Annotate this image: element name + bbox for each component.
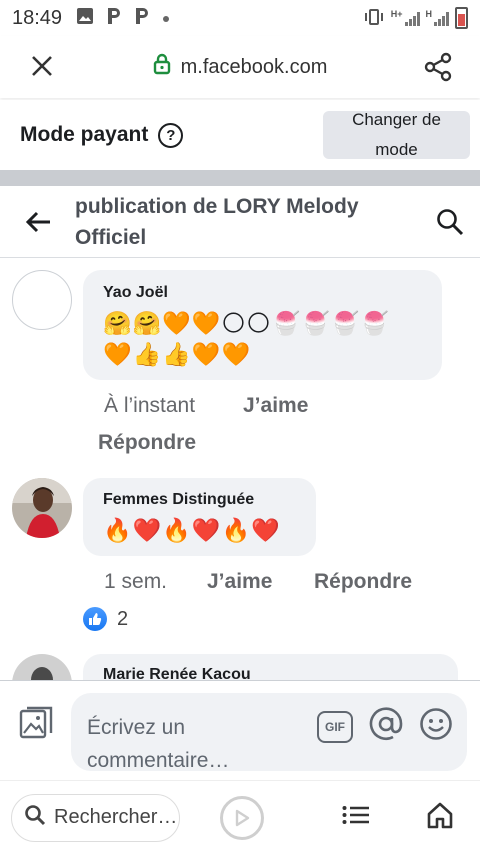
- p-app-icon: [134, 6, 150, 31]
- avatar[interactable]: [12, 270, 72, 330]
- comment-composer: Écrivez un commentaire… GIF: [0, 680, 480, 780]
- comment-author[interactable]: Femmes Distinguée: [103, 491, 296, 509]
- reaction-count: 2: [117, 607, 129, 630]
- p-app-icon: [106, 6, 122, 31]
- url-text: m.facebook.com: [180, 55, 328, 78]
- image-icon: [76, 7, 94, 30]
- signal-icon: H: [426, 10, 449, 26]
- play-icon[interactable]: [220, 795, 264, 840]
- emoji-icon[interactable]: [419, 707, 453, 746]
- url-display[interactable]: m.facebook.com: [84, 53, 396, 81]
- vibrate-icon: [363, 8, 385, 29]
- browser-toolbar: m.facebook.com: [0, 36, 480, 98]
- comment-bubble[interactable]: Marie Renée Kacou: [83, 654, 458, 680]
- reaction-summary[interactable]: 2: [83, 607, 128, 631]
- comment-input[interactable]: Écrivez un commentaire… GIF: [71, 693, 467, 772]
- photo-icon[interactable]: [18, 705, 54, 746]
- avatar[interactable]: [12, 654, 72, 680]
- comment-bubble[interactable]: Yao Joël 🤗🤗🧡🧡🌕🌕🍧🍧🍧🍧 🧡👍👍🧡🧡: [83, 270, 442, 380]
- like-link[interactable]: J’aime: [207, 570, 272, 594]
- change-mode-button[interactable]: Changer de mode: [323, 110, 470, 159]
- dot-icon: [162, 8, 170, 28]
- status-bar: 18:49 H+ H: [0, 0, 480, 36]
- comment-text: 🧡👍👍🧡🧡: [103, 341, 252, 367]
- comment-placeholder: Écrivez un commentaire…: [87, 716, 230, 772]
- mode-title: Mode payant: [20, 123, 149, 146]
- reply-link[interactable]: Répondre: [314, 570, 412, 594]
- comment-author[interactable]: Marie Renée Kacou: [103, 666, 438, 680]
- comment-time: À l’instant: [104, 394, 196, 417]
- post-header: publication de LORY Melody Officiel: [0, 186, 480, 258]
- avatar[interactable]: [12, 478, 72, 538]
- gif-icon[interactable]: GIF: [317, 710, 353, 743]
- battery-icon: [455, 7, 468, 29]
- comment-text: 🔥❤️🔥❤️🔥❤️: [103, 517, 281, 543]
- section-divider: [0, 170, 480, 186]
- like-link[interactable]: J’aime: [243, 394, 308, 418]
- list-icon[interactable]: [342, 805, 370, 830]
- comment-list: Yao Joël 🤗🤗🧡🧡🌕🌕🍧🍧🍧🍧 🧡👍👍🧡🧡 À l’instant J’…: [0, 258, 480, 680]
- reply-link[interactable]: Répondre: [98, 431, 196, 455]
- close-icon[interactable]: [0, 50, 84, 84]
- help-icon[interactable]: ?: [158, 122, 184, 148]
- like-reaction-icon: [83, 607, 107, 631]
- back-arrow-icon[interactable]: [0, 211, 75, 233]
- comment-bubble[interactable]: Femmes Distinguée 🔥❤️🔥❤️🔥❤️: [83, 478, 316, 556]
- search-label: Rechercher…: [54, 806, 178, 828]
- data-mode-bar: Mode payant ? Changer de mode: [0, 100, 480, 170]
- share-icon[interactable]: [396, 52, 480, 82]
- search-icon: [24, 804, 46, 832]
- home-icon[interactable]: [426, 801, 454, 834]
- search-icon[interactable]: [420, 208, 480, 236]
- comment-time: 1 sem.: [104, 570, 168, 593]
- comment-author[interactable]: Yao Joël: [103, 284, 422, 302]
- lock-icon: [153, 53, 171, 81]
- status-time: 18:49: [12, 6, 63, 29]
- post-title: publication de LORY Melody Officiel: [75, 194, 359, 249]
- signal-icon: H+: [391, 10, 420, 26]
- search-button[interactable]: Rechercher…: [11, 793, 180, 842]
- mention-icon[interactable]: [369, 707, 403, 746]
- browser-bottom-bar: Rechercher…: [0, 780, 480, 854]
- comment-text: 🤗🤗🧡🧡🌕🌕🍧🍧🍧🍧: [103, 310, 391, 336]
